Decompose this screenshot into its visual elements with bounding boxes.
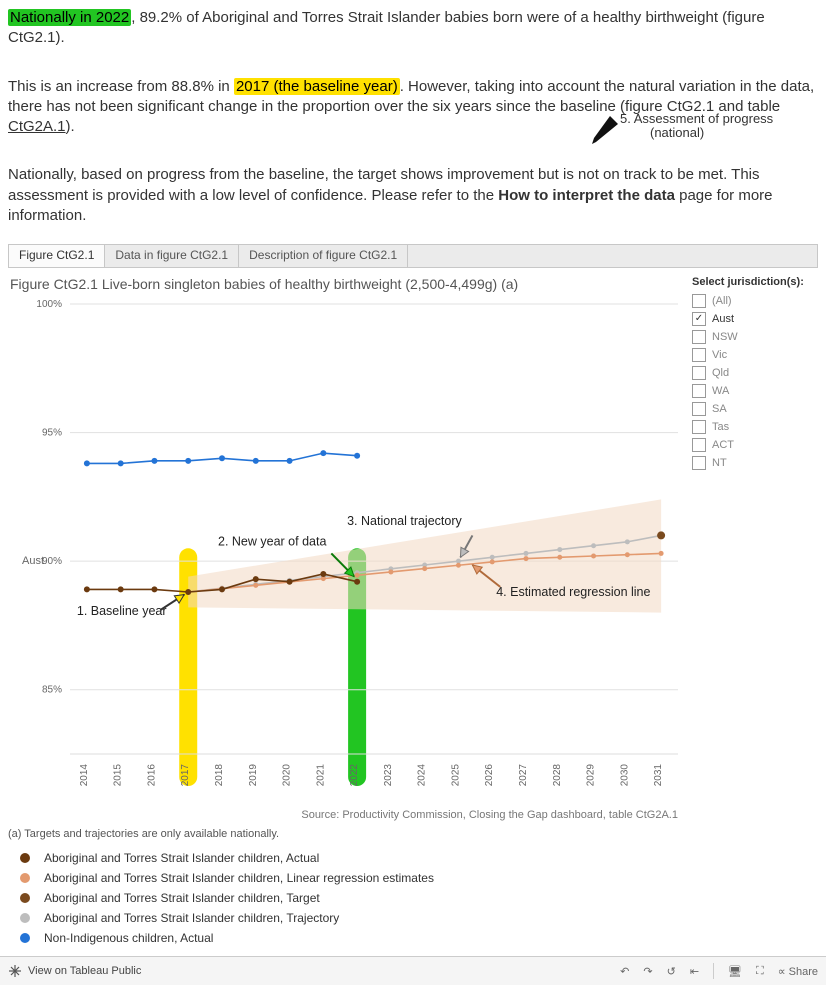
svg-text:2030: 2030 xyxy=(619,764,630,787)
checkbox-icon[interactable] xyxy=(692,330,706,344)
undo-icon[interactable]: ↶ xyxy=(620,965,629,978)
jurisdiction-label: WA xyxy=(712,385,729,397)
svg-text:2026: 2026 xyxy=(484,764,495,787)
svg-text:2018: 2018 xyxy=(214,764,225,787)
svg-text:2029: 2029 xyxy=(586,764,597,787)
svg-text:2019: 2019 xyxy=(248,764,259,787)
svg-text:2023: 2023 xyxy=(383,764,394,787)
svg-text:2025: 2025 xyxy=(450,764,461,787)
paragraph-3: Nationally, based on progress from the b… xyxy=(8,165,818,226)
svg-text:85%: 85% xyxy=(42,685,62,696)
svg-text:2020: 2020 xyxy=(282,764,293,787)
jurisdiction-label: (All) xyxy=(712,295,732,307)
jurisdiction-label: Qld xyxy=(712,367,729,379)
jurisdiction-label: ACT xyxy=(712,439,734,451)
jurisdiction-label: Aust xyxy=(712,313,734,325)
svg-text:100%: 100% xyxy=(36,299,62,310)
svg-text:2024: 2024 xyxy=(417,764,428,787)
table-link[interactable]: CtG2A.1 xyxy=(8,118,66,135)
chart-note: (a) Targets and trajectories are only av… xyxy=(8,828,688,840)
checkbox-icon[interactable] xyxy=(692,420,706,434)
jurisdiction-label: Vic xyxy=(712,349,727,361)
annotation-5: 5. Assessment of progress (national) xyxy=(620,112,773,141)
jurisdiction-label: NSW xyxy=(712,331,738,343)
svg-text:1. Baseline year: 1. Baseline year xyxy=(77,604,167,618)
tableau-logo-icon xyxy=(8,964,22,978)
svg-text:2014: 2014 xyxy=(79,764,90,787)
jurisdiction-label: Tas xyxy=(712,421,729,433)
jurisdiction-sa[interactable]: SA xyxy=(692,400,814,418)
view-on-tableau-link[interactable]: View on Tableau Public xyxy=(28,965,141,977)
checkbox-icon[interactable] xyxy=(692,456,706,470)
svg-text:4. Estimated regression line: 4. Estimated regression line xyxy=(496,585,650,599)
svg-text:2017: 2017 xyxy=(180,764,191,787)
svg-text:2022: 2022 xyxy=(349,764,360,787)
legend: Aboriginal and Torres Strait Islander ch… xyxy=(8,848,688,948)
highlight-2017: 2017 (the baseline year) xyxy=(234,78,400,95)
checkbox-icon[interactable] xyxy=(692,294,706,308)
jurisdiction-vic[interactable]: Vic xyxy=(692,346,814,364)
checkbox-icon[interactable] xyxy=(692,402,706,416)
svg-text:2. New year of data: 2. New year of data xyxy=(218,535,326,549)
checkbox-icon[interactable] xyxy=(692,348,706,362)
checkbox-icon[interactable] xyxy=(692,312,706,326)
svg-text:2016: 2016 xyxy=(146,764,157,787)
redo-icon[interactable]: ↷ xyxy=(643,965,652,978)
svg-text:95%: 95% xyxy=(42,428,62,439)
tab-data[interactable]: Data in figure CtG2.1 xyxy=(105,245,239,267)
jurisdiction-aust[interactable]: Aust xyxy=(692,310,814,328)
reset-icon[interactable]: ⇤ xyxy=(690,965,699,978)
legend-item: Aboriginal and Torres Strait Islander ch… xyxy=(8,908,688,928)
tab-description[interactable]: Description of figure CtG2.1 xyxy=(239,245,408,267)
checkbox-icon[interactable] xyxy=(692,366,706,380)
arrow-icon xyxy=(582,116,622,146)
checkbox-icon[interactable] xyxy=(692,384,706,398)
svg-text:Source: Productivity Commissio: Source: Productivity Commission, Closing… xyxy=(301,809,678,821)
share-button[interactable]: ∝ Share xyxy=(778,965,818,978)
tab-figure[interactable]: Figure CtG2.1 xyxy=(9,245,105,267)
divider xyxy=(713,963,714,979)
replay-icon[interactable]: ↺ xyxy=(667,965,676,978)
jurisdiction-tas[interactable]: Tas xyxy=(692,418,814,436)
svg-text:3. National trajectory: 3. National trajectory xyxy=(347,514,462,528)
jurisdiction-picker: Select jurisdiction(s): (All) Aust NSW Vic Q… xyxy=(688,268,818,948)
svg-text:Aust: Aust xyxy=(22,555,44,567)
svg-text:2015: 2015 xyxy=(113,764,124,787)
jurisdiction-nt[interactable]: NT xyxy=(692,454,814,472)
device-icon[interactable]: 🖥 xyxy=(728,965,742,978)
svg-text:2031: 2031 xyxy=(653,764,664,787)
legend-item: Non-Indigenous children, Actual xyxy=(8,928,688,948)
svg-text:2021: 2021 xyxy=(315,764,326,787)
jurisdiction-act[interactable]: ACT xyxy=(692,436,814,454)
jurisdiction-label: SA xyxy=(712,403,727,415)
svg-text:2027: 2027 xyxy=(518,764,529,787)
jurisdiction-all[interactable]: (All) xyxy=(692,292,814,310)
tabs: Figure CtG2.1 Data in figure CtG2.1 Desc… xyxy=(8,244,818,268)
jurisdiction-qld[interactable]: Qld xyxy=(692,364,814,382)
paragraph-1: Nationally in 2022, 89.2% of Aboriginal … xyxy=(8,8,818,49)
fullscreen-icon[interactable]: ⛶ xyxy=(756,965,764,978)
highlight-2022: Nationally in 2022 xyxy=(8,9,131,26)
jurisdiction-label: NT xyxy=(712,457,727,469)
checkbox-icon[interactable] xyxy=(692,438,706,452)
svg-text:2028: 2028 xyxy=(552,764,563,787)
chart-title: Figure CtG2.1 Live-born singleton babies… xyxy=(8,268,688,294)
chart: 85% 90% 95% 100% Aust 2014 2015 2016 2017 2018 201… xyxy=(8,294,688,824)
jurisdiction-wa[interactable]: WA xyxy=(692,382,814,400)
legend-item: Aboriginal and Torres Strait Islander ch… xyxy=(8,848,688,868)
jurisdiction-nsw[interactable]: NSW xyxy=(692,328,814,346)
legend-item: Aboriginal and Torres Strait Islander ch… xyxy=(8,888,688,908)
legend-item: Aboriginal and Torres Strait Islander ch… xyxy=(8,868,688,888)
picker-title: Select jurisdiction(s): xyxy=(692,276,814,288)
svg-text:90%: 90% xyxy=(42,556,62,567)
